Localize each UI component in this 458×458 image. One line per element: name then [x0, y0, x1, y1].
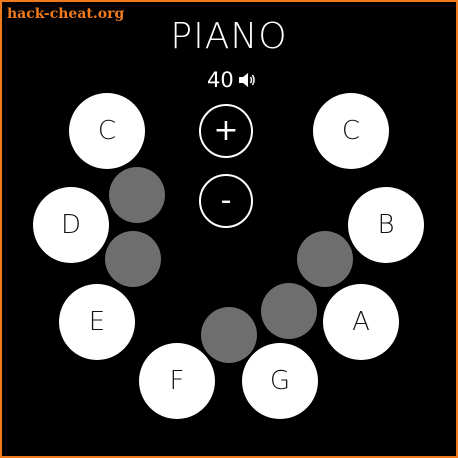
- black-key[interactable]: [297, 231, 353, 287]
- piano-screen: hack-cheat.org PIANO 40 + - C D E F G A …: [0, 0, 458, 458]
- key-d[interactable]: D: [33, 187, 109, 263]
- key-c-high[interactable]: C: [313, 93, 389, 169]
- black-key[interactable]: [109, 167, 165, 223]
- volume-up-button[interactable]: +: [199, 104, 253, 158]
- page-title: PIANO: [170, 16, 288, 57]
- black-key[interactable]: [201, 307, 257, 363]
- key-a[interactable]: A: [323, 284, 399, 360]
- black-key[interactable]: [261, 283, 317, 339]
- black-key[interactable]: [105, 231, 161, 287]
- speaker-icon: [238, 72, 256, 88]
- volume-value: 40: [207, 68, 234, 92]
- volume-down-button[interactable]: -: [199, 174, 253, 228]
- key-b[interactable]: B: [348, 187, 424, 263]
- volume-indicator: 40: [207, 68, 256, 92]
- key-f[interactable]: F: [139, 343, 215, 419]
- key-c-low[interactable]: C: [69, 93, 145, 169]
- key-e[interactable]: E: [59, 284, 135, 360]
- key-g[interactable]: G: [242, 343, 318, 419]
